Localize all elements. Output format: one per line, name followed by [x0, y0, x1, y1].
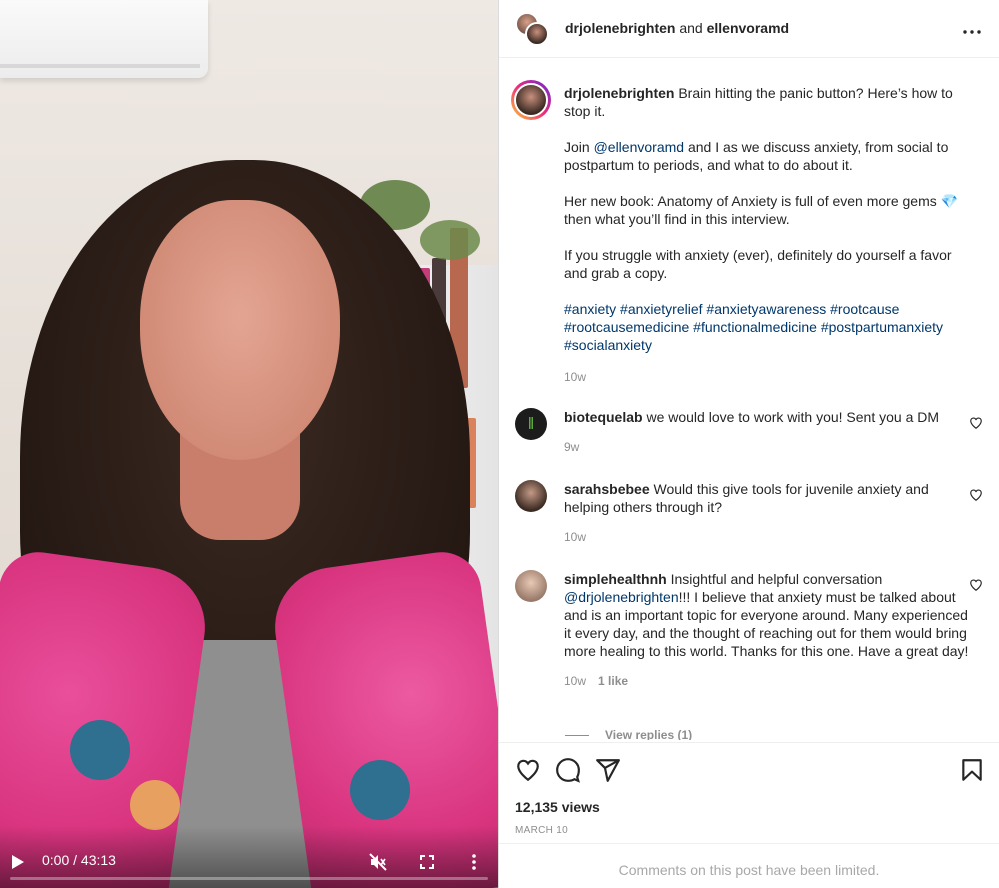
avatar[interactable] — [511, 80, 551, 120]
avatar[interactable] — [515, 570, 547, 602]
like-comment-heart-icon[interactable] — [969, 578, 983, 592]
comment-icon[interactable] — [555, 757, 581, 783]
video-frame-face — [140, 200, 340, 460]
post-options-button[interactable] — [963, 18, 981, 39]
video-more-button[interactable] — [466, 850, 482, 874]
video-player[interactable]: 0:00 / 43:13 — [0, 0, 498, 888]
mute-button[interactable] — [366, 850, 390, 874]
video-time: 0:00 / 43:13 — [42, 852, 116, 868]
play-button[interactable] — [8, 850, 28, 874]
mention-link[interactable]: @drjolenebrighten — [564, 589, 679, 605]
comment-text: Insightful and helpful conversation — [670, 571, 883, 587]
video-progress-bar[interactable] — [10, 877, 488, 880]
post-header: drjolenebrighten and ellenvoramd — [499, 0, 999, 58]
caption-text: If you struggle with anxiety (ever), def… — [564, 247, 952, 281]
avatar[interactable] — [515, 480, 547, 512]
video-frame-flower — [70, 720, 130, 780]
video-frame-flower — [350, 760, 410, 820]
comment-username[interactable]: simplehealthnh — [564, 571, 667, 587]
comment-text: we would love to work with you! Sent you… — [646, 409, 940, 425]
comments-scroll-area[interactable]: drjolenebrighten Brain hitting the panic… — [499, 58, 999, 740]
hashtags[interactable]: #anxiety #anxietyrelief #anxietyawarenes… — [564, 300, 974, 354]
video-frame-aircon — [0, 0, 208, 78]
caption-time[interactable]: 10w — [564, 368, 974, 386]
caption-text: Her new book: Anatomy of Anxiety is full… — [564, 193, 959, 227]
like-comment-heart-icon[interactable] — [969, 416, 983, 430]
comment-username[interactable]: biotequelab — [564, 409, 643, 425]
collab-avatars[interactable] — [515, 12, 551, 48]
fullscreen-button[interactable] — [416, 850, 438, 874]
comment-time[interactable]: 9w — [564, 438, 974, 456]
author-link[interactable]: drjolenebrighten — [565, 20, 675, 36]
post-actions: 12,135 views MARCH 10 Comments on this p… — [499, 742, 999, 888]
leaf-logo-icon — [529, 417, 533, 429]
share-paper-plane-icon[interactable] — [595, 757, 621, 783]
comments-limited-notice: Comments on this post have been limited. — [499, 843, 999, 888]
like-comment-heart-icon[interactable] — [969, 488, 983, 502]
mention-link[interactable]: @ellenvoramd — [594, 139, 684, 155]
video-controls: 0:00 / 43:13 — [0, 826, 498, 888]
comment-time[interactable]: 10w — [564, 528, 974, 546]
author-link[interactable]: ellenvoramd — [707, 20, 789, 36]
post-authors: drjolenebrighten and ellenvoramd — [565, 20, 789, 36]
save-bookmark-icon[interactable] — [959, 757, 985, 783]
muted-speaker-icon — [369, 853, 387, 871]
kebab-icon — [472, 854, 476, 870]
authors-joiner: and — [679, 20, 703, 36]
more-horizontal-icon — [963, 30, 981, 34]
avatar — [525, 22, 549, 46]
view-count[interactable]: 12,135 views — [515, 799, 600, 815]
comment-username[interactable]: sarahsbebee — [564, 481, 650, 497]
play-icon — [12, 855, 24, 869]
comment-time[interactable]: 10w — [564, 674, 586, 688]
video-frame-plant — [420, 220, 480, 260]
caption-username[interactable]: drjolenebrighten — [564, 85, 674, 101]
comment-likes[interactable]: 1 like — [598, 674, 628, 688]
caption-text: Join — [564, 139, 594, 155]
fullscreen-icon — [420, 855, 434, 869]
heart-icon[interactable] — [515, 757, 541, 783]
avatar[interactable] — [515, 408, 547, 440]
post-date[interactable]: MARCH 10 — [515, 825, 568, 836]
view-replies-button[interactable]: View replies (1) — [565, 728, 692, 740]
post-sidebar: drjolenebrighten and ellenvoramd drjolen… — [498, 0, 999, 888]
video-frame-flower — [130, 780, 180, 830]
